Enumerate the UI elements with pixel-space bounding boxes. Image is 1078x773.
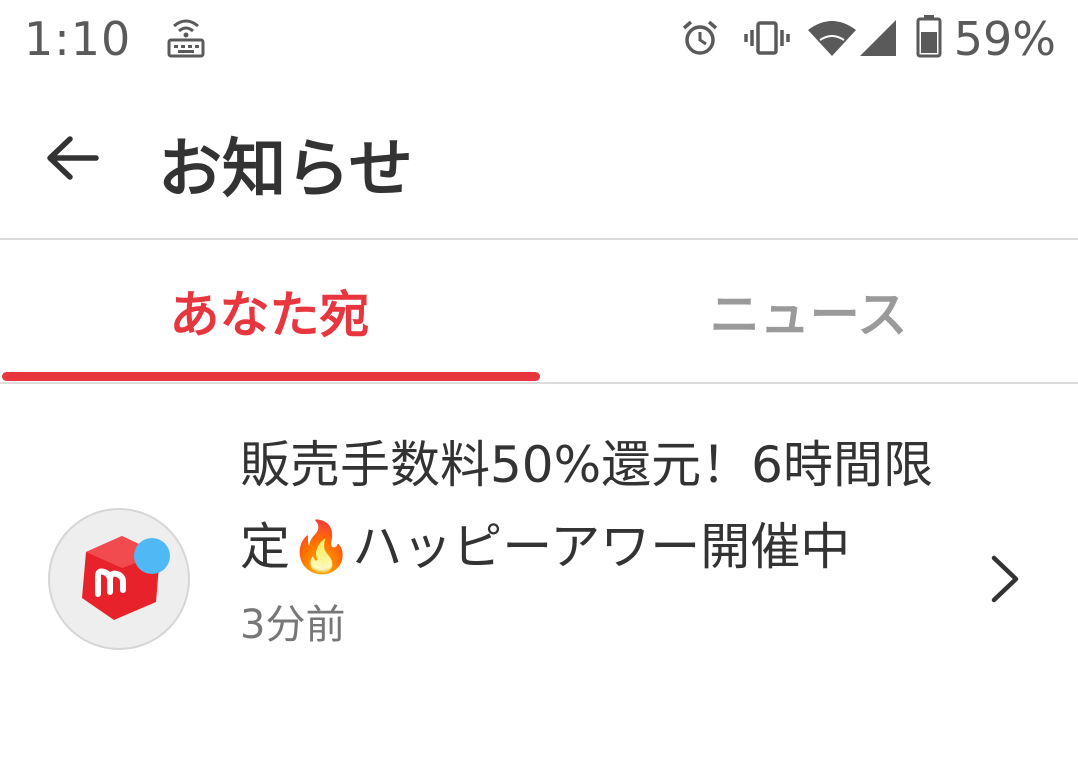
- notification-time: 3分前: [240, 602, 346, 648]
- back-button[interactable]: [30, 122, 114, 198]
- tab-news[interactable]: ニュース: [539, 240, 1078, 382]
- tab-label: ニュース: [709, 286, 908, 344]
- avatar: [48, 508, 190, 650]
- notification-list-item[interactable]: 販売手数料50%還元！6時間限定🔥ハッピーアワー開催中 3分前: [0, 384, 1078, 773]
- tab-label: あなた宛: [169, 286, 370, 344]
- signal-icon: [858, 18, 898, 62]
- status-time: 1:10: [24, 12, 132, 66]
- alarm-icon: [680, 18, 720, 62]
- battery-percent: 59%: [953, 12, 1056, 66]
- app-bar: お知らせ: [0, 80, 1078, 238]
- battery-icon: [916, 14, 942, 62]
- active-tab-indicator: [2, 372, 540, 381]
- status-bar: 1:10 59%: [0, 0, 1078, 80]
- notification-text: 販売手数料50%還元！6時間限定🔥ハッピーアワー開催中 3分前: [240, 424, 940, 650]
- keyboard-wifi-icon: [166, 16, 206, 62]
- notification-title: 販売手数料50%還元！6時間限定🔥ハッピーアワー開催中: [240, 436, 933, 576]
- page-title: お知らせ: [158, 133, 413, 207]
- chevron-right-icon: [980, 554, 1030, 604]
- arrow-left-icon: [44, 133, 100, 187]
- tab-for-you[interactable]: あなた宛: [0, 240, 539, 382]
- tab-bar: あなた宛 ニュース: [0, 240, 1078, 382]
- unread-badge: [134, 538, 170, 574]
- vibrate-icon: [744, 20, 790, 60]
- wifi-icon: [806, 18, 858, 62]
